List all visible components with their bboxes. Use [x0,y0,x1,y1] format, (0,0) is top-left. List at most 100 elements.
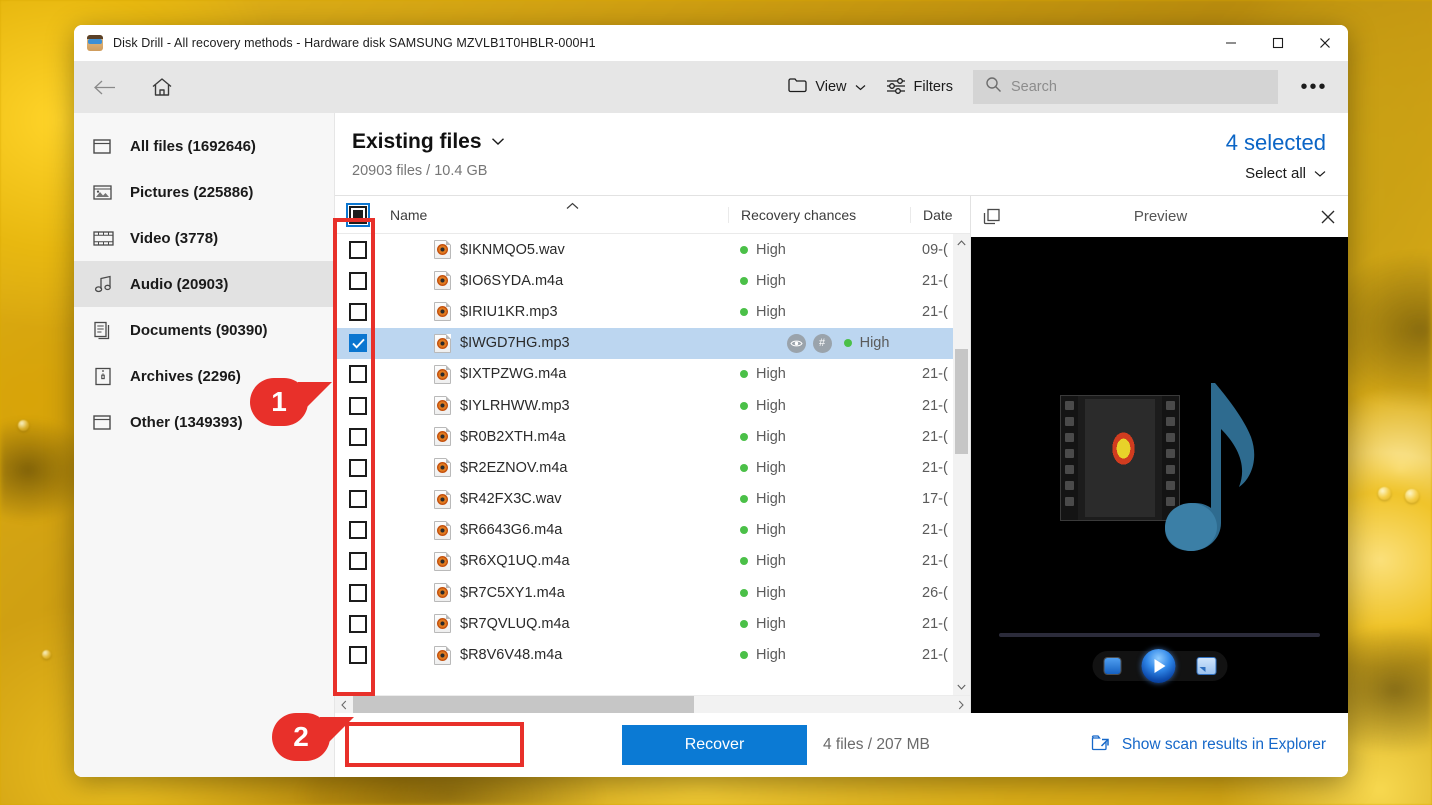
show-in-explorer-link[interactable]: Show scan results in Explorer [1091,734,1326,756]
row-checkbox-cell[interactable] [335,302,381,321]
row-checkbox-cell[interactable] [335,334,381,353]
file-name-cell[interactable]: $R7QVLUQ.m4a [381,614,728,634]
row-checkbox[interactable] [349,552,367,571]
sidebar-item-documents[interactable]: Documents (90390) [74,307,334,353]
file-name-cell[interactable]: $R6643G6.m4a [381,520,728,540]
vertical-scrollbar-thumb[interactable] [955,349,968,454]
table-row[interactable]: $R7QVLUQ.m4a High 21-( [335,608,970,639]
row-checkbox-cell[interactable] [335,458,381,477]
row-checkbox-cell[interactable] [335,521,381,540]
media-progress-bar[interactable] [999,633,1320,637]
file-name-cell[interactable]: $IO6SYDA.m4a [381,271,728,291]
row-checkbox[interactable] [349,302,367,321]
existing-files-dropdown[interactable]: Existing files [352,130,1226,154]
table-row[interactable]: $R6643G6.m4a High 21-( [335,515,970,546]
row-checkbox-cell[interactable] [335,396,381,415]
column-header-recovery-chances[interactable]: Recovery chances [728,206,910,223]
table-row[interactable]: $R6XQ1UQ.m4a High 21-( [335,546,970,577]
close-button[interactable] [1301,25,1348,61]
sidebar-item-video[interactable]: Video (3778) [74,215,334,261]
row-checkbox-cell[interactable] [335,552,381,571]
filters-button[interactable]: Filters [876,69,963,105]
table-row[interactable]: $IKNMQO5.wav High 09-( [335,234,970,265]
table-row[interactable]: $R7C5XY1.m4a High 26-( [335,577,970,608]
file-name-cell[interactable]: $R42FX3C.wav [381,489,728,509]
file-name-cell[interactable]: $R7C5XY1.m4a [381,583,728,603]
row-checkbox[interactable] [349,646,367,665]
hash-icon[interactable]: # [812,333,832,353]
row-checkbox[interactable] [349,334,367,353]
sidebar-item-pictures[interactable]: Pictures (225886) [74,169,334,215]
row-checkbox-cell[interactable] [335,490,381,509]
sidebar-item-all-files[interactable]: All files (1692646) [74,123,334,169]
table-row[interactable]: $R42FX3C.wav High 17-( [335,484,970,515]
row-checkbox-cell[interactable] [335,271,381,290]
row-checkbox-cell[interactable] [335,427,381,446]
select-all-dropdown[interactable]: Select all [1226,165,1326,182]
file-name-cell[interactable]: $R2EZNOV.m4a [381,458,728,478]
view-button[interactable]: View [778,69,875,105]
column-header-date[interactable]: Date [910,206,970,223]
row-checkbox[interactable] [349,365,367,384]
row-checkbox[interactable] [349,271,367,290]
file-name-cell[interactable]: $R6XQ1UQ.m4a [381,551,728,571]
table-row[interactable]: $IRIU1KR.mp3 High 21-( [335,296,970,327]
recover-button[interactable]: Recover [622,725,807,765]
table-row[interactable]: $IXTPZWG.m4a High 21-( [335,359,970,390]
select-all-checkbox[interactable] [346,202,370,227]
scroll-up-arrow-icon[interactable] [957,234,966,251]
maximize-button[interactable] [1254,25,1301,61]
row-checkbox[interactable] [349,240,367,259]
search-box[interactable] [973,70,1278,104]
vertical-scrollbar[interactable] [953,234,970,695]
select-all-checkbox-cell[interactable] [335,202,381,227]
table-row[interactable]: $IO6SYDA.m4a High 21-( [335,265,970,296]
file-name-cell[interactable]: $IWGD7HG.mp3 # [381,333,832,353]
column-header-name[interactable]: Name [381,202,728,223]
row-checkbox[interactable] [349,396,367,415]
row-checkbox-cell[interactable] [335,583,381,602]
file-name-cell[interactable]: $R8V6V48.m4a [381,645,728,665]
close-icon[interactable] [1320,209,1336,225]
row-checkbox[interactable] [349,427,367,446]
eye-icon[interactable] [786,333,806,353]
row-checkbox[interactable] [349,490,367,509]
row-checkbox[interactable] [349,614,367,633]
file-name-cell[interactable]: $IKNMQO5.wav [381,240,728,260]
file-name-cell[interactable]: $R0B2XTH.m4a [381,427,728,447]
minimize-button[interactable] [1207,25,1254,61]
table-row[interactable]: $IYLRHWW.mp3 High 21-( [335,390,970,421]
stop-icon[interactable] [1104,658,1120,674]
file-name-cell[interactable]: $IXTPZWG.m4a [381,364,728,384]
sidebar-item-audio[interactable]: Audio (20903) [74,261,334,307]
row-checkbox[interactable] [349,521,367,540]
file-name-cell[interactable]: $IYLRHWW.mp3 [381,396,728,416]
row-checkbox[interactable] [349,583,367,602]
image-icon[interactable] [1197,658,1215,674]
row-checkbox-cell[interactable] [335,365,381,384]
table-row[interactable]: $R0B2XTH.m4a High 21-( [335,421,970,452]
horizontal-scrollbar[interactable] [335,695,970,714]
home-button[interactable] [140,67,184,107]
row-checkbox-cell[interactable] [335,646,381,665]
scroll-down-arrow-icon[interactable] [957,678,966,695]
row-checkbox-cell[interactable] [335,240,381,259]
search-input[interactable] [1011,79,1266,95]
table-row[interactable]: $IWGD7HG.mp3#High21-( [335,327,970,359]
more-options-button[interactable]: ••• [1288,69,1340,105]
play-icon[interactable] [1141,649,1176,683]
horizontal-scrollbar-track[interactable] [353,695,952,714]
table-row[interactable]: $R2EZNOV.m4a High 21-( [335,452,970,483]
row-checkbox[interactable] [349,458,367,477]
scroll-left-arrow-icon[interactable] [335,700,353,710]
scroll-right-arrow-icon[interactable] [952,700,970,710]
duplicate-icon[interactable] [983,208,1001,226]
sidebar-item-archives[interactable]: Archives (2296) [74,353,334,399]
row-checkbox-cell[interactable] [335,614,381,633]
table-row[interactable]: $R8V6V48.m4a High 21-( [335,639,970,670]
title-bar[interactable]: Disk Drill - All recovery methods - Hard… [74,25,1348,61]
back-button[interactable] [82,67,126,107]
file-name-cell[interactable]: $IRIU1KR.mp3 [381,302,728,322]
horizontal-scrollbar-thumb[interactable] [353,695,695,714]
sidebar-item-other[interactable]: Other (1349393) [74,399,334,445]
